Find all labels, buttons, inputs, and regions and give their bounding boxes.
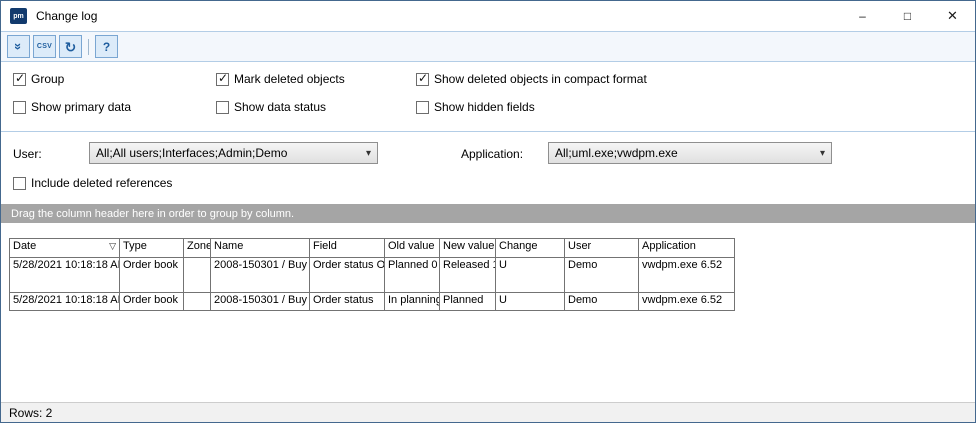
cell-new-value: Released 1 xyxy=(440,258,496,293)
checkbox-icon xyxy=(416,73,429,86)
checkbox-label: Show primary data xyxy=(31,100,131,114)
maximize-button[interactable]: □ xyxy=(885,1,930,31)
checkbox-icon xyxy=(13,177,26,190)
checkbox-icon xyxy=(13,101,26,114)
cell-field: Order status xyxy=(310,293,385,311)
column-header-new-value[interactable]: New value xyxy=(440,239,496,258)
section-divider xyxy=(1,131,975,132)
cell-type: Order book xyxy=(120,258,184,293)
cell-application: vwdpm.exe 6.52 xyxy=(639,258,735,293)
cell-old-value: In planning xyxy=(385,293,440,311)
sort-descending-icon: ▽ xyxy=(109,241,116,252)
titlebar: pm Change log – □ ✕ xyxy=(1,1,975,31)
refresh-button[interactable]: ↻ xyxy=(59,35,82,58)
app-icon: pm xyxy=(10,8,27,24)
window-title: Change log xyxy=(36,9,97,23)
toolbar: » CSV ↻ ? xyxy=(1,31,975,62)
show-primary-data-checkbox[interactable]: Show primary data xyxy=(13,100,131,114)
column-header-field[interactable]: Field xyxy=(310,239,385,258)
cell-name: 2008-150301 / Buy xyxy=(211,258,310,293)
checkbox-label: Group xyxy=(31,72,64,86)
checkbox-icon xyxy=(416,101,429,114)
csv-export-button[interactable]: CSV xyxy=(33,35,56,58)
minimize-icon: – xyxy=(859,9,866,23)
cell-date: 5/28/2021 10:18:18 AM xyxy=(10,293,120,311)
group-by-bar[interactable]: Drag the column header here in order to … xyxy=(1,204,975,223)
user-label: User: xyxy=(13,147,42,161)
application-label: Application: xyxy=(461,147,523,161)
cell-change: U xyxy=(496,293,565,311)
cell-zone xyxy=(184,293,211,311)
csv-export-icon: CSV xyxy=(37,43,52,50)
column-header-zone[interactable]: Zone xyxy=(184,239,211,258)
user-select[interactable]: All;All users;Interfaces;Admin;Demo ▾ xyxy=(89,142,378,164)
column-header-type[interactable]: Type xyxy=(120,239,184,258)
chevron-down-icon: ▾ xyxy=(360,148,371,159)
column-header-change[interactable]: Change xyxy=(496,239,565,258)
column-header-old-value[interactable]: Old value xyxy=(385,239,440,258)
checkbox-label: Show data status xyxy=(234,100,326,114)
expand-filters-button[interactable]: » xyxy=(7,35,30,58)
checkbox-icon xyxy=(216,101,229,114)
toolbar-separator xyxy=(88,39,89,55)
minimize-button[interactable]: – xyxy=(840,1,885,31)
cell-new-value: Planned xyxy=(440,293,496,311)
checkbox-icon xyxy=(216,73,229,86)
include-deleted-references-checkbox[interactable]: Include deleted references xyxy=(13,176,172,190)
help-icon: ? xyxy=(103,40,110,54)
application-select[interactable]: All;uml.exe;vwdpm.exe ▾ xyxy=(548,142,832,164)
cell-date: 5/28/2021 10:18:18 AM xyxy=(10,258,120,293)
help-button[interactable]: ? xyxy=(95,35,118,58)
change-log-table: Date ▽ Type Zone Name Field Old value Ne… xyxy=(9,238,735,311)
column-header-user[interactable]: User xyxy=(565,239,639,258)
group-by-hint: Drag the column header here in order to … xyxy=(11,208,294,220)
maximize-icon: □ xyxy=(904,9,911,23)
user-select-value: All;All users;Interfaces;Admin;Demo xyxy=(96,146,287,160)
show-deleted-compact-checkbox[interactable]: Show deleted objects in compact format xyxy=(416,72,647,86)
chevron-down-icon: ▾ xyxy=(814,148,825,159)
column-header-label: Date xyxy=(13,240,36,252)
cell-user: Demo xyxy=(565,258,639,293)
checkbox-icon xyxy=(13,73,26,86)
checkbox-label: Show deleted objects in compact format xyxy=(434,72,647,86)
cell-name: 2008-150301 / Buy xyxy=(211,293,310,311)
table-row[interactable]: 5/28/2021 10:18:18 AM Order book 2008-15… xyxy=(10,293,735,311)
cell-change: U xyxy=(496,258,565,293)
column-header-name[interactable]: Name xyxy=(211,239,310,258)
window-controls: – □ ✕ xyxy=(840,1,975,31)
change-log-window: pm Change log – □ ✕ » CSV ↻ ? xyxy=(0,0,976,423)
refresh-icon: ↻ xyxy=(65,40,77,54)
cell-application: vwdpm.exe 6.52 xyxy=(639,293,735,311)
cell-zone xyxy=(184,258,211,293)
mark-deleted-objects-checkbox[interactable]: Mark deleted objects xyxy=(216,72,345,86)
double-chevron-down-icon: » xyxy=(12,43,25,50)
table-header-row: Date ▽ Type Zone Name Field Old value Ne… xyxy=(10,239,735,258)
show-data-status-checkbox[interactable]: Show data status xyxy=(216,100,326,114)
application-select-value: All;uml.exe;vwdpm.exe xyxy=(555,146,678,160)
cell-field: Order status OrderCrossing xyxy=(310,258,385,293)
cell-type: Order book xyxy=(120,293,184,311)
checkbox-label: Include deleted references xyxy=(31,176,172,190)
close-icon: ✕ xyxy=(947,8,958,24)
cell-user: Demo xyxy=(565,293,639,311)
checkbox-label: Show hidden fields xyxy=(434,100,535,114)
row-count: Rows: 2 xyxy=(9,406,52,420)
table-row[interactable]: 5/28/2021 10:18:18 AM Order book 2008-15… xyxy=(10,258,735,293)
checkbox-label: Mark deleted objects xyxy=(234,72,345,86)
status-bar: Rows: 2 xyxy=(1,402,975,422)
show-hidden-fields-checkbox[interactable]: Show hidden fields xyxy=(416,100,535,114)
column-header-date[interactable]: Date ▽ xyxy=(10,239,120,258)
cell-old-value: Planned 0 xyxy=(385,258,440,293)
group-checkbox[interactable]: Group xyxy=(13,72,64,86)
column-header-application[interactable]: Application xyxy=(639,239,735,258)
close-button[interactable]: ✕ xyxy=(930,1,975,31)
